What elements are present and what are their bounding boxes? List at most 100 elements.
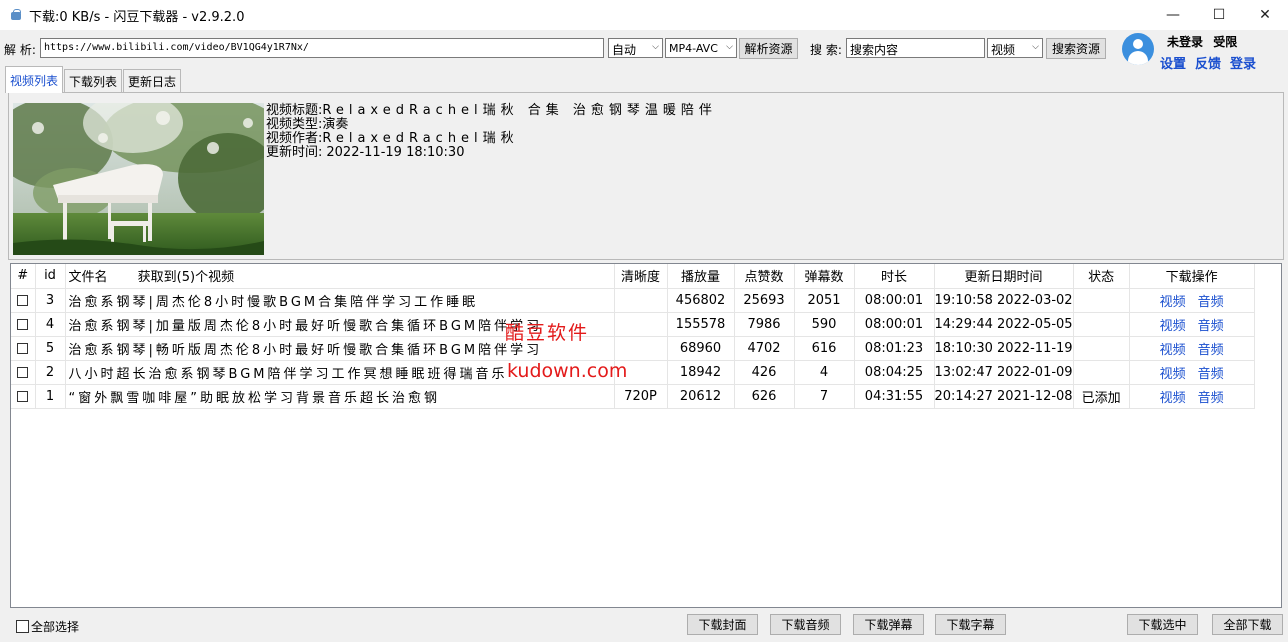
search-input[interactable]: 搜索内容	[846, 38, 985, 58]
download-selected-button[interactable]: 下载选中	[1127, 614, 1198, 635]
maximize-button[interactable]: ☐	[1196, 0, 1242, 30]
row-checkbox[interactable]	[17, 366, 29, 378]
download-all-button[interactable]: 全部下载	[1212, 614, 1283, 635]
download-audio-link[interactable]: 音频	[1198, 319, 1224, 334]
row-checkbox[interactable]	[17, 390, 29, 402]
table-row[interactable]: 3 治愈系钢琴|周杰伦8小时慢歌BGM合集陪伴学习工作睡眠 456802 256…	[11, 288, 1255, 313]
video-table: # id 文件名 获取到(5)个视频 清晰度 播放量 点赞数 弹幕数 时长 更新…	[11, 264, 1255, 409]
row-checkbox[interactable]	[17, 342, 29, 354]
row-plays: 20612	[667, 384, 735, 409]
col-hash[interactable]: #	[11, 264, 36, 289]
parse-button[interactable]: 解析资源	[739, 38, 798, 59]
quality-select[interactable]: 自动 ⌵	[608, 38, 663, 58]
row-id: 4	[35, 312, 66, 337]
row-id: 3	[35, 288, 66, 313]
row-quality	[614, 312, 668, 337]
row-updated: 2022-03-02 19:10:58	[934, 288, 1074, 313]
download-video-link[interactable]: 视频	[1160, 367, 1186, 382]
download-video-link[interactable]: 视频	[1160, 391, 1186, 406]
settings-link[interactable]: 设置	[1160, 53, 1186, 72]
download-video-link[interactable]: 视频	[1160, 319, 1186, 334]
select-all[interactable]: 全部选择	[16, 618, 79, 635]
row-danmaku: 590	[794, 312, 855, 337]
row-checkbox[interactable]	[17, 294, 29, 306]
row-danmaku: 7	[794, 384, 855, 409]
minimize-button[interactable]: —	[1150, 0, 1196, 30]
col-likes[interactable]: 点赞数	[734, 264, 795, 289]
limit-status: 受限	[1213, 35, 1238, 49]
close-button[interactable]: ✕	[1242, 0, 1288, 30]
avatar-icon[interactable]	[1122, 33, 1154, 65]
row-id: 5	[35, 336, 66, 361]
row-actions: 视频 音频	[1129, 288, 1255, 313]
row-danmaku: 2051	[794, 288, 855, 313]
login-status: 未登录	[1167, 35, 1204, 49]
row-plays: 456802	[667, 288, 735, 313]
table-row[interactable]: 1 “窗外飘雪咖啡屋”助眠放松学习背景音乐超长治愈钢 720P 20612 62…	[11, 384, 1255, 409]
download-cover-button[interactable]: 下载封面	[687, 614, 758, 635]
row-likes: 626	[734, 384, 795, 409]
window-title: 下载:0 KB/s - 闪豆下载器 - v2.9.2.0	[29, 9, 245, 25]
search-label: 搜 索:	[810, 43, 842, 57]
table-row[interactable]: 2 八小时超长治愈系钢琴BGM陪伴学习工作冥想睡眠班得瑞音乐 18942 426…	[11, 360, 1255, 385]
col-updated[interactable]: 更新日期时间	[934, 264, 1074, 289]
info-title: 视频标题:RelaxedRachel瑞秋 合集 治愈钢琴温暖陪伴	[266, 104, 717, 118]
url-input[interactable]: https://www.bilibili.com/video/BV1QG4y1R…	[40, 38, 604, 58]
row-duration: 08:00:01	[854, 312, 935, 337]
info-author-label: 视频作者:	[266, 131, 323, 146]
row-id: 2	[35, 360, 66, 385]
col-danmaku[interactable]: 弹幕数	[794, 264, 855, 289]
download-audio-button[interactable]: 下载音频	[770, 614, 841, 635]
row-quality: 720P	[614, 384, 668, 409]
download-video-link[interactable]: 视频	[1160, 295, 1186, 310]
row-danmaku: 4	[794, 360, 855, 385]
feedback-link[interactable]: 反馈	[1195, 53, 1221, 72]
video-list: # id 文件名 获取到(5)个视频 清晰度 播放量 点赞数 弹幕数 时长 更新…	[10, 263, 1282, 608]
info-author: 视频作者:RelaxedRachel瑞秋	[266, 132, 519, 146]
select-all-checkbox[interactable]	[16, 620, 29, 633]
download-danmaku-button[interactable]: 下载弹幕	[853, 614, 924, 635]
download-video-link[interactable]: 视频	[1160, 343, 1186, 358]
tab-video-list[interactable]: 视频列表	[5, 66, 63, 93]
row-name: 治愈系钢琴|周杰伦8小时慢歌BGM合集陪伴学习工作睡眠	[65, 288, 615, 313]
row-actions: 视频 音频	[1129, 360, 1255, 385]
row-duration: 08:00:01	[854, 288, 935, 313]
table-row[interactable]: 4 治愈系钢琴|加量版周杰伦8小时最好听慢歌合集循环BGM陪伴学习 155578…	[11, 312, 1255, 337]
row-likes: 7986	[734, 312, 795, 337]
info-author-value: RelaxedRachel瑞秋	[322, 131, 519, 146]
row-plays: 155578	[667, 312, 735, 337]
download-audio-link[interactable]: 音频	[1198, 295, 1224, 310]
row-actions: 视频 音频	[1129, 384, 1255, 409]
download-audio-link[interactable]: 音频	[1198, 343, 1224, 358]
login-link[interactable]: 登录	[1230, 53, 1256, 72]
col-quality[interactable]: 清晰度	[614, 264, 668, 289]
search-button[interactable]: 搜索资源	[1046, 38, 1106, 59]
row-quality	[614, 336, 668, 361]
col-plays[interactable]: 播放量	[667, 264, 735, 289]
download-subtitle-button[interactable]: 下载字幕	[935, 614, 1006, 635]
col-duration[interactable]: 时长	[854, 264, 935, 289]
tab-changelog[interactable]: 更新日志	[123, 69, 181, 92]
download-audio-link[interactable]: 音频	[1198, 391, 1224, 406]
col-name[interactable]: 文件名 获取到(5)个视频	[65, 264, 615, 289]
chevron-down-icon: ⌵	[1032, 42, 1039, 52]
row-checkbox[interactable]	[17, 318, 29, 330]
row-quality	[614, 288, 668, 313]
format-select[interactable]: MP4-AVC ⌵	[665, 38, 737, 58]
row-likes: 426	[734, 360, 795, 385]
search-type-select[interactable]: 视频 ⌵	[987, 38, 1043, 58]
app-icon	[10, 9, 22, 21]
window-controls: — ☐ ✕	[1150, 0, 1288, 30]
col-status[interactable]: 状态	[1073, 264, 1130, 289]
col-id[interactable]: id	[35, 264, 66, 289]
quality-select-value: 自动	[612, 43, 637, 57]
col-name-label: 文件名	[68, 270, 108, 286]
table-row[interactable]: 5 治愈系钢琴|畅听版周杰伦8小时最好听慢歌合集循环BGM陪伴学习 68960 …	[11, 336, 1255, 361]
video-info-panel: 视频标题:RelaxedRachel瑞秋 合集 治愈钢琴温暖陪伴 视频类型:演奏…	[8, 92, 1284, 260]
parse-label: 解 析:	[4, 43, 36, 57]
info-type: 视频类型:演奏	[266, 118, 348, 132]
download-audio-link[interactable]: 音频	[1198, 367, 1224, 382]
row-updated: 2022-01-09 13:02:47	[934, 360, 1074, 385]
col-actions[interactable]: 下载操作	[1129, 264, 1255, 289]
tab-download-list[interactable]: 下载列表	[64, 69, 122, 92]
